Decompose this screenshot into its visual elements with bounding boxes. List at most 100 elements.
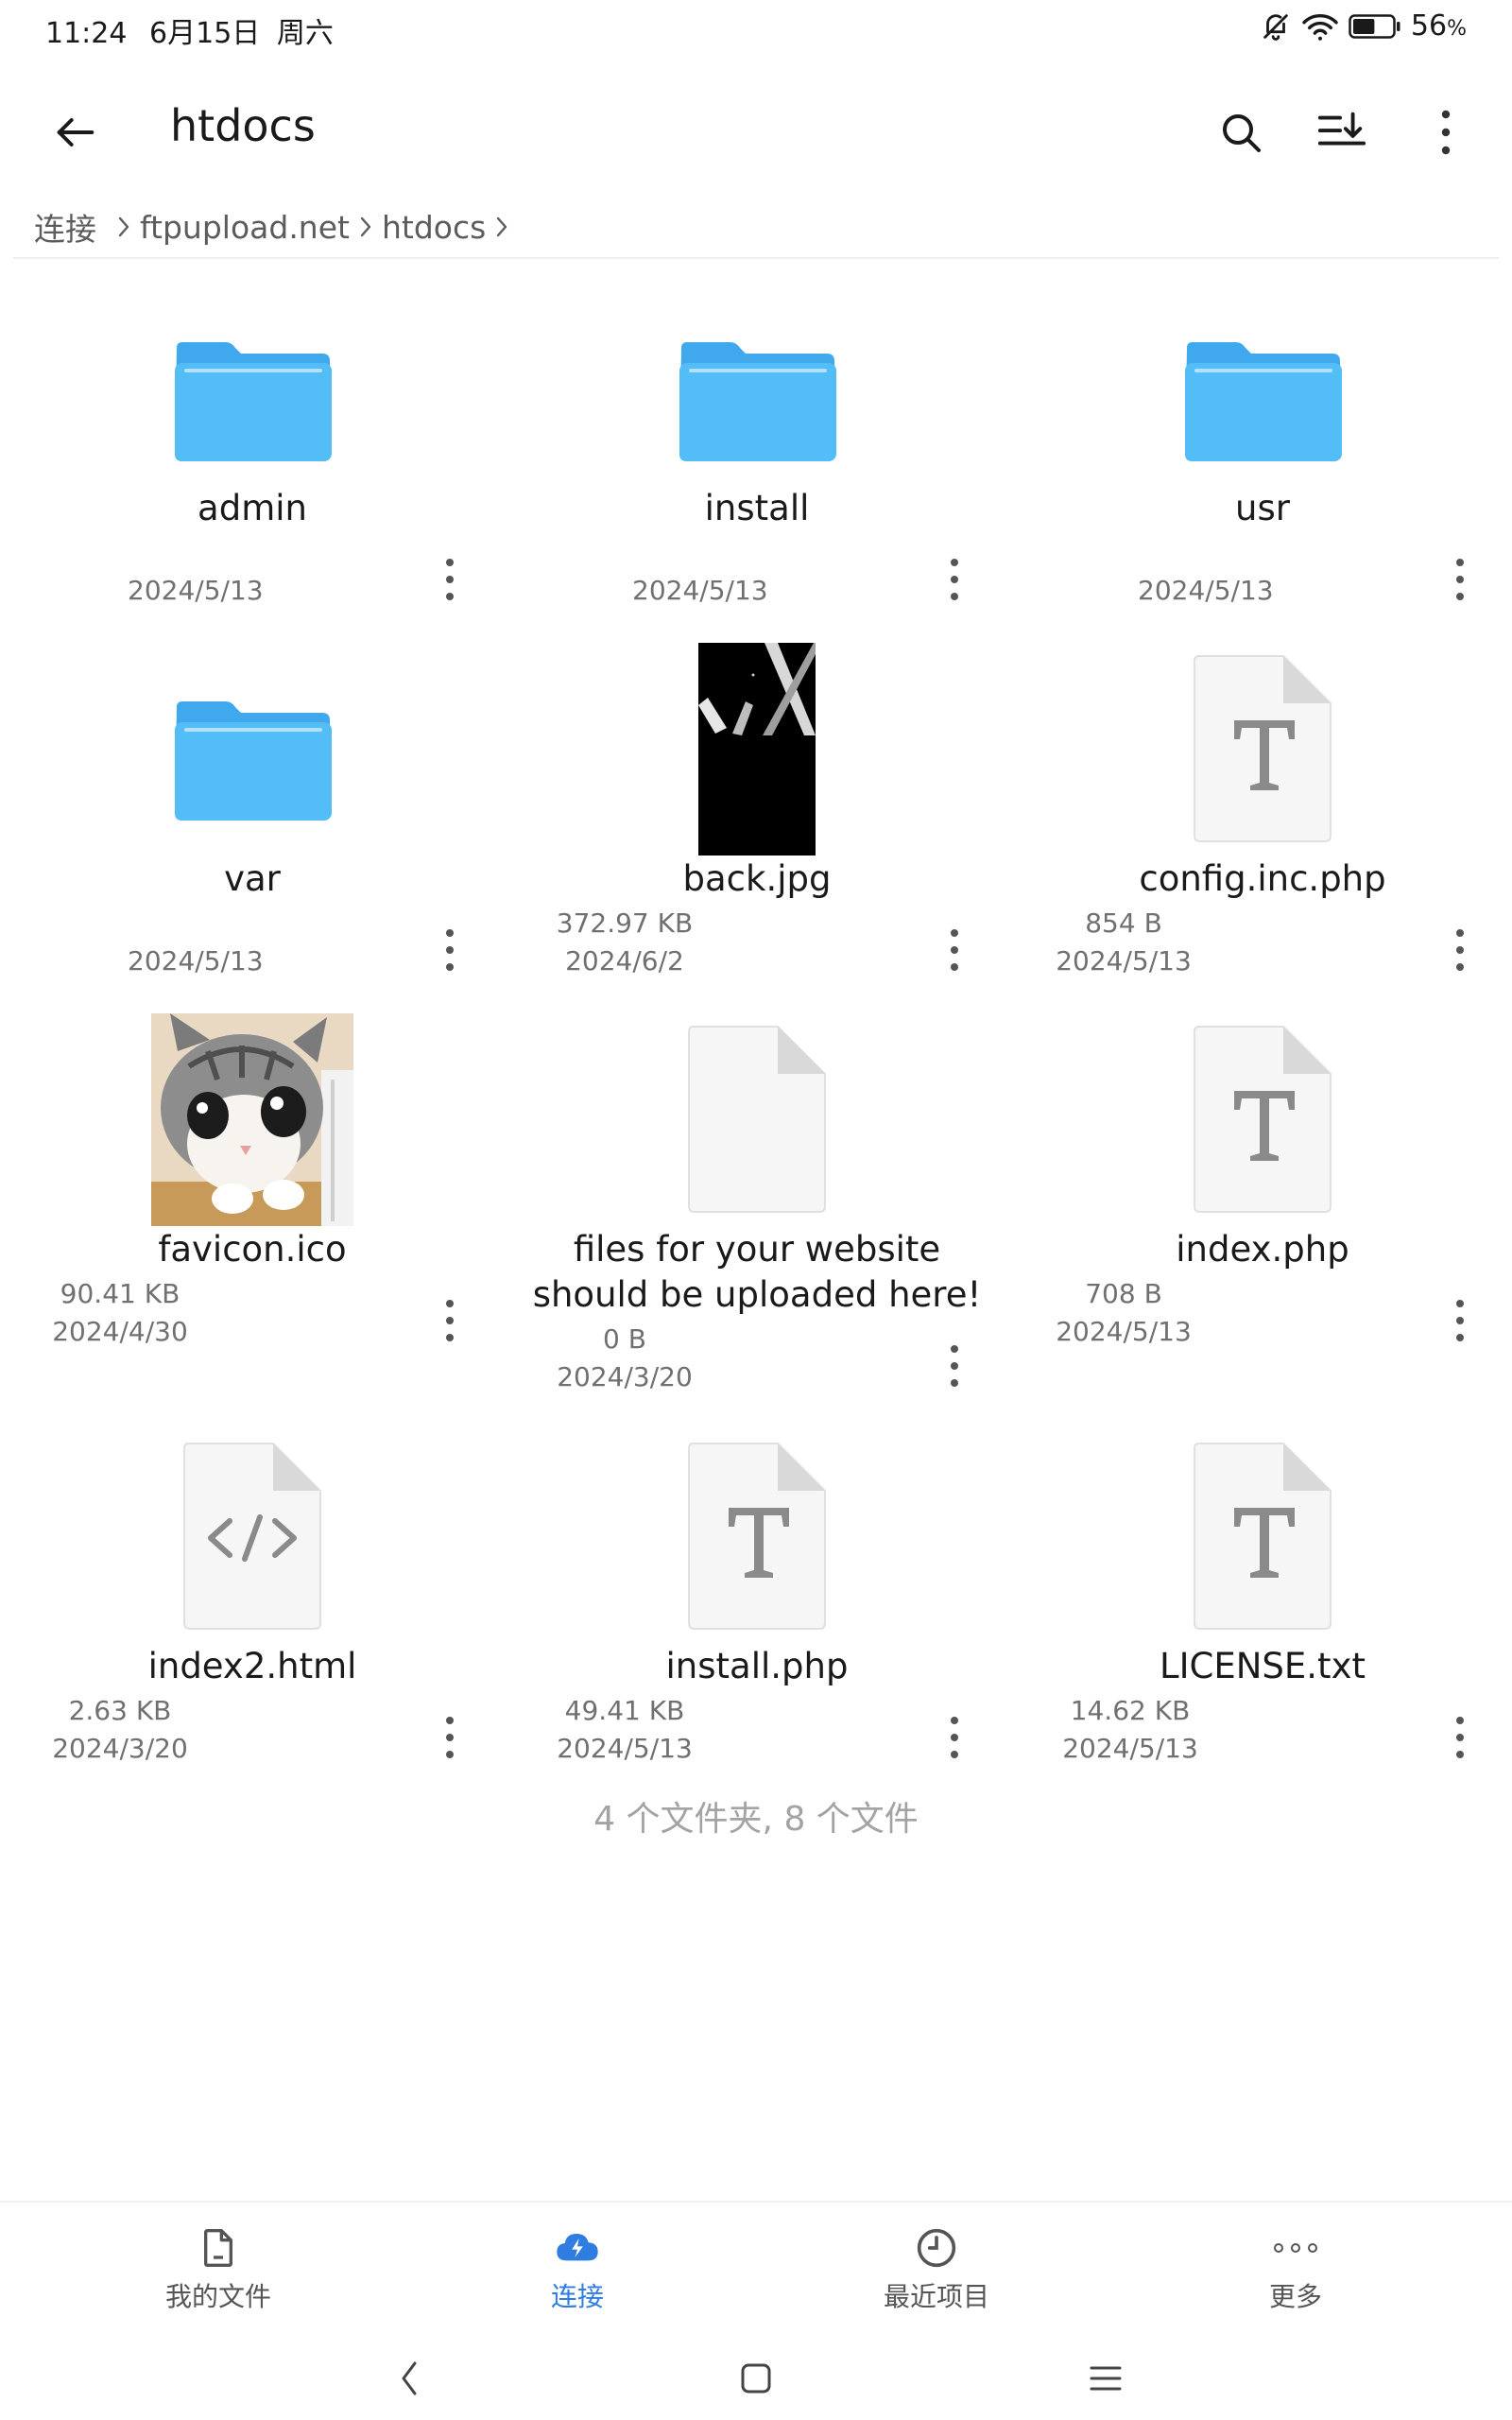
chevron-right-icon [486,215,518,239]
file-name: index2.html [147,1646,357,1686]
file-more-button[interactable] [1441,917,1479,983]
system-back-button[interactable] [376,2350,442,2407]
file-date: 2024/3/20 [52,1733,188,1764]
file-name: install.php [665,1646,849,1686]
file-card-code[interactable]: index2.html 2.63 KB 2024/3/20 [7,1430,498,1808]
file-more-button[interactable] [1441,546,1479,613]
system-menu-button[interactable] [1073,2350,1139,2407]
bottom-navigation: 我的文件 连接 最近项目 更多 [0,2201,1512,2344]
file-more-button[interactable] [936,917,973,983]
breadcrumb: 连接 ftpupload.net htdocs [34,200,518,253]
status-weekday: 周六 [276,17,334,50]
file-size: 372.97 KB [556,908,694,939]
file-date: 2024/5/13 [1056,945,1192,977]
more-vertical-icon [446,929,454,971]
back-button[interactable] [38,95,113,170]
file-card-text[interactable]: config.inc.php 854 B 2024/5/13 [1017,643,1508,1021]
nav-connections[interactable]: 连接 [483,2221,672,2325]
file-date: 2024/5/13 [1056,1316,1192,1347]
breadcrumb-item-connections[interactable]: 连接 [34,204,96,250]
file-card-image[interactable]: favicon.ico 90.41 KB 2024/4/30 [7,1013,498,1392]
file-name: admin [198,488,307,528]
nav-recent[interactable]: 最近项目 [842,2221,1031,2325]
system-home-button[interactable] [723,2350,789,2407]
file-more-button[interactable] [431,1288,469,1354]
more-horizontal-icon [1274,2243,1317,2253]
folder-icon [175,342,332,461]
folder-icon [175,701,332,821]
menu-lines-icon [1090,2366,1122,2391]
more-vertical-icon [951,929,958,971]
text-file-icon [688,1443,826,1630]
file-size: 0 B [603,1323,646,1355]
more-vertical-icon [1456,929,1464,971]
nav-more[interactable]: 更多 [1201,2221,1390,2325]
file-size: 90.41 KB [60,1278,180,1309]
wifi-icon [1301,10,1339,43]
chevron-right-icon [350,215,382,239]
breadcrumb-item-current[interactable]: htdocs [382,209,486,246]
more-vertical-icon [951,1717,958,1758]
file-name: files for your website should be uploade… [532,1229,982,1315]
file-card-text[interactable]: index.php 708 B 2024/5/13 [1017,1013,1508,1392]
file-card-folder[interactable]: var 2024/5/13 [7,643,498,1021]
file-date: 2024/5/13 [128,575,264,606]
status-time: 11:24 6月15日 周六 [45,9,334,51]
file-card-folder[interactable]: install 2024/5/13 [511,284,1003,662]
file-icon [204,2229,232,2267]
file-date: 2024/5/13 [632,575,768,606]
status-date: 6月15日 [149,17,261,50]
file-card-text[interactable]: LICENSE.txt 14.62 KB 2024/5/13 [1017,1430,1508,1808]
file-more-button[interactable] [1441,1704,1479,1771]
sort-down-icon [1317,112,1366,146]
search-button[interactable] [1203,95,1279,170]
file-name: back.jpg [682,858,832,899]
cloud-bolt-icon [557,2234,598,2261]
file-more-button[interactable] [936,546,973,613]
file-card-folder[interactable]: admin 2024/5/13 [7,284,498,662]
file-date: 2024/4/30 [52,1316,188,1347]
status-indicators: 56% [1260,9,1467,43]
image-thumbnail [698,643,816,856]
page-title: htdocs [170,100,316,151]
file-more-button[interactable] [936,1704,973,1771]
file-name: config.inc.php [1139,858,1386,899]
text-file-icon [1194,1026,1332,1213]
search-icon [1223,114,1261,152]
file-name: LICENSE.txt [1160,1646,1366,1686]
status-clock: 11:24 [45,17,128,50]
file-more-button[interactable] [431,917,469,983]
more-vertical-icon [446,559,454,600]
file-date: 2024/5/13 [557,1733,693,1764]
file-more-button[interactable] [936,1333,973,1399]
blank-file-icon [688,1026,826,1213]
nav-label: 连接 [550,2281,604,2312]
status-bar: 11:24 6月15日 周六 56% [0,0,1512,57]
file-date: 2024/5/13 [1138,575,1274,606]
square-home-icon [741,2363,771,2394]
file-more-button[interactable] [431,546,469,613]
file-more-button[interactable] [431,1704,469,1771]
chevron-right-icon [108,215,140,239]
file-card-folder[interactable]: usr 2024/5/13 [1017,284,1508,662]
breadcrumb-item-host[interactable]: ftpupload.net [140,209,350,246]
clock-icon [917,2228,956,2268]
file-name: var [224,858,281,899]
file-size: 854 B [1085,908,1162,939]
file-card-blank[interactable]: files for your website should be uploade… [511,1013,1003,1429]
text-file-icon [1194,655,1332,842]
file-card-image[interactable]: back.jpg 372.97 KB 2024/6/2 [511,643,1003,1021]
nav-my-files[interactable]: 我的文件 [124,2221,313,2325]
file-name: install [704,488,810,528]
sort-button[interactable] [1304,95,1380,170]
more-vertical-icon [1456,1717,1464,1758]
folder-icon [679,342,836,461]
file-date: 2024/5/13 [1062,1733,1198,1764]
file-card-text[interactable]: install.php 49.41 KB 2024/5/13 [511,1430,1003,1808]
file-more-button[interactable] [1441,1288,1479,1354]
text-file-icon [1194,1443,1332,1630]
file-name: index.php [1176,1229,1349,1270]
cat-image-thumbnail [151,1013,353,1226]
overflow-menu-button[interactable] [1408,95,1484,170]
more-vertical-icon [951,559,958,600]
